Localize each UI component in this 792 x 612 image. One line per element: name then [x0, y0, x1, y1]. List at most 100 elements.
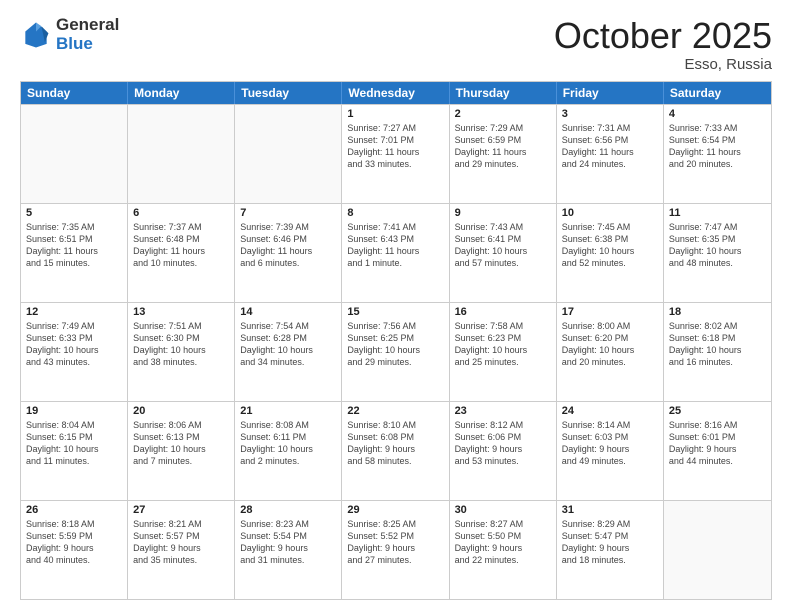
cell-day-number: 25 — [669, 405, 766, 417]
cell-day-number: 28 — [240, 504, 336, 516]
cell-day-number: 1 — [347, 108, 443, 120]
cal-cell-0-6: 4 Sunrise: 7:33 AM Sunset: 6:54 PM Daylig… — [664, 105, 771, 203]
cell-day-number: 23 — [455, 405, 551, 417]
cal-cell-3-0: 19Sunrise: 8:04 AM Sunset: 6:15 PM Dayli… — [21, 402, 128, 500]
cal-cell-1-3: 8Sunrise: 7:41 AM Sunset: 6:43 PM Daylig… — [342, 204, 449, 302]
cell-info-text: Sunrise: 8:02 AM Sunset: 6:18 PM Dayligh… — [669, 320, 766, 369]
cell-day-number: 31 — [562, 504, 658, 516]
logo-blue-text: Blue — [56, 35, 119, 54]
cal-cell-4-5: 31 Sunrise: 8:29 AM Sunset: 5:47 PM Dayli… — [557, 501, 664, 599]
cal-cell-2-5: 17Sunrise: 8:00 AM Sunset: 6:20 PM Dayli… — [557, 303, 664, 401]
cell-info-text: Sunrise: 8:18 AM Sunset: 5:59 PM Dayligh… — [26, 518, 122, 567]
cell-day-number: 18 — [669, 306, 766, 318]
cal-cell-4-1: 27Sunrise: 8:21 AM Sunset: 5:57 PM Dayli… — [128, 501, 235, 599]
cell-info-text: Sunrise: 8:08 AM Sunset: 6:11 PM Dayligh… — [240, 419, 336, 468]
cal-cell-3-5: 24 Sunrise: 8:14 AM Sunset: 6:03 PM Dayli… — [557, 402, 664, 500]
cell-day-number: 10 — [562, 207, 658, 219]
cell-info-text: Sunrise: 7:39 AM Sunset: 6:46 PM Dayligh… — [240, 221, 336, 270]
calendar-body: 1Sunrise: 7:27 AM Sunset: 7:01 PM Daylig… — [21, 104, 771, 599]
cell-info-text: Sunrise: 7:41 AM Sunset: 6:43 PM Dayligh… — [347, 221, 443, 270]
cell-day-number: 5 — [26, 207, 122, 219]
cal-cell-0-3: 1Sunrise: 7:27 AM Sunset: 7:01 PM Daylig… — [342, 105, 449, 203]
cal-cell-2-2: 14 Sunrise: 7:54 AM Sunset: 6:28 PM Dayli… — [235, 303, 342, 401]
cell-info-text: Sunrise: 8:27 AM Sunset: 5:50 PM Dayligh… — [455, 518, 551, 567]
cal-cell-1-1: 6 Sunrise: 7:37 AM Sunset: 6:48 PM Daylig… — [128, 204, 235, 302]
cell-day-number: 29 — [347, 504, 443, 516]
cal-cell-0-4: 2Sunrise: 7:29 AM Sunset: 6:59 PM Daylig… — [450, 105, 557, 203]
logo-icon — [20, 19, 52, 51]
cell-info-text: Sunrise: 8:12 AM Sunset: 6:06 PM Dayligh… — [455, 419, 551, 468]
week-row-1: 5 Sunrise: 7:35 AM Sunset: 6:51 PM Daylig… — [21, 203, 771, 302]
cell-info-text: Sunrise: 8:21 AM Sunset: 5:57 PM Dayligh… — [133, 518, 229, 567]
header: General Blue October 2025 Esso, Russia — [20, 16, 772, 73]
dow-sunday: Sunday — [21, 82, 128, 104]
week-row-3: 19Sunrise: 8:04 AM Sunset: 6:15 PM Dayli… — [21, 401, 771, 500]
cell-info-text: Sunrise: 7:58 AM Sunset: 6:23 PM Dayligh… — [455, 320, 551, 369]
cal-cell-3-2: 21 Sunrise: 8:08 AM Sunset: 6:11 PM Dayli… — [235, 402, 342, 500]
cell-info-text: Sunrise: 8:04 AM Sunset: 6:15 PM Dayligh… — [26, 419, 122, 468]
week-row-0: 1Sunrise: 7:27 AM Sunset: 7:01 PM Daylig… — [21, 104, 771, 203]
cal-cell-1-4: 9 Sunrise: 7:43 AM Sunset: 6:41 PM Daylig… — [450, 204, 557, 302]
cell-day-number: 3 — [562, 108, 658, 120]
cal-cell-3-1: 20 Sunrise: 8:06 AM Sunset: 6:13 PM Dayli… — [128, 402, 235, 500]
cal-cell-0-1 — [128, 105, 235, 203]
cell-info-text: Sunrise: 8:06 AM Sunset: 6:13 PM Dayligh… — [133, 419, 229, 468]
calendar-header: Sunday Monday Tuesday Wednesday Thursday… — [21, 82, 771, 104]
cal-cell-0-2 — [235, 105, 342, 203]
page: General Blue October 2025 Esso, Russia S… — [0, 0, 792, 612]
cal-cell-4-6 — [664, 501, 771, 599]
cell-day-number: 7 — [240, 207, 336, 219]
cell-info-text: Sunrise: 8:00 AM Sunset: 6:20 PM Dayligh… — [562, 320, 658, 369]
cell-day-number: 21 — [240, 405, 336, 417]
cell-day-number: 9 — [455, 207, 551, 219]
cell-info-text: Sunrise: 7:45 AM Sunset: 6:38 PM Dayligh… — [562, 221, 658, 270]
cal-cell-3-6: 25Sunrise: 8:16 AM Sunset: 6:01 PM Dayli… — [664, 402, 771, 500]
cell-day-number: 4 — [669, 108, 766, 120]
cal-cell-2-1: 13Sunrise: 7:51 AM Sunset: 6:30 PM Dayli… — [128, 303, 235, 401]
dow-wednesday: Wednesday — [342, 82, 449, 104]
dow-saturday: Saturday — [664, 82, 771, 104]
cell-info-text: Sunrise: 8:29 AM Sunset: 5:47 PM Dayligh… — [562, 518, 658, 567]
cell-day-number: 24 — [562, 405, 658, 417]
cell-info-text: Sunrise: 7:51 AM Sunset: 6:30 PM Dayligh… — [133, 320, 229, 369]
calendar: Sunday Monday Tuesday Wednesday Thursday… — [20, 81, 772, 600]
cell-info-text: Sunrise: 7:47 AM Sunset: 6:35 PM Dayligh… — [669, 221, 766, 270]
cal-cell-3-4: 23 Sunrise: 8:12 AM Sunset: 6:06 PM Dayli… — [450, 402, 557, 500]
cal-cell-4-4: 30 Sunrise: 8:27 AM Sunset: 5:50 PM Dayli… — [450, 501, 557, 599]
cal-cell-2-6: 18 Sunrise: 8:02 AM Sunset: 6:18 PM Dayli… — [664, 303, 771, 401]
cell-info-text: Sunrise: 7:33 AM Sunset: 6:54 PM Dayligh… — [669, 122, 766, 171]
cal-cell-4-3: 29 Sunrise: 8:25 AM Sunset: 5:52 PM Dayli… — [342, 501, 449, 599]
cell-day-number: 6 — [133, 207, 229, 219]
cell-info-text: Sunrise: 7:31 AM Sunset: 6:56 PM Dayligh… — [562, 122, 658, 171]
cal-cell-1-6: 11Sunrise: 7:47 AM Sunset: 6:35 PM Dayli… — [664, 204, 771, 302]
cell-info-text: Sunrise: 7:56 AM Sunset: 6:25 PM Dayligh… — [347, 320, 443, 369]
logo: General Blue — [20, 16, 119, 53]
cal-cell-2-4: 16Sunrise: 7:58 AM Sunset: 6:23 PM Dayli… — [450, 303, 557, 401]
cell-info-text: Sunrise: 7:35 AM Sunset: 6:51 PM Dayligh… — [26, 221, 122, 270]
cell-day-number: 30 — [455, 504, 551, 516]
cal-cell-0-5: 3 Sunrise: 7:31 AM Sunset: 6:56 PM Daylig… — [557, 105, 664, 203]
title-block: October 2025 Esso, Russia — [554, 16, 772, 73]
cell-info-text: Sunrise: 8:10 AM Sunset: 6:08 PM Dayligh… — [347, 419, 443, 468]
cal-cell-1-5: 10 Sunrise: 7:45 AM Sunset: 6:38 PM Dayli… — [557, 204, 664, 302]
cell-info-text: Sunrise: 7:49 AM Sunset: 6:33 PM Dayligh… — [26, 320, 122, 369]
cell-day-number: 14 — [240, 306, 336, 318]
cal-cell-4-0: 26 Sunrise: 8:18 AM Sunset: 5:59 PM Dayli… — [21, 501, 128, 599]
cell-info-text: Sunrise: 8:23 AM Sunset: 5:54 PM Dayligh… — [240, 518, 336, 567]
cell-info-text: Sunrise: 7:29 AM Sunset: 6:59 PM Dayligh… — [455, 122, 551, 171]
logo-general-text: General — [56, 16, 119, 35]
cell-info-text: Sunrise: 7:43 AM Sunset: 6:41 PM Dayligh… — [455, 221, 551, 270]
cell-day-number: 26 — [26, 504, 122, 516]
cell-info-text: Sunrise: 7:37 AM Sunset: 6:48 PM Dayligh… — [133, 221, 229, 270]
cal-cell-3-3: 22Sunrise: 8:10 AM Sunset: 6:08 PM Dayli… — [342, 402, 449, 500]
cal-cell-0-0 — [21, 105, 128, 203]
cell-info-text: Sunrise: 7:54 AM Sunset: 6:28 PM Dayligh… — [240, 320, 336, 369]
week-row-2: 12Sunrise: 7:49 AM Sunset: 6:33 PM Dayli… — [21, 302, 771, 401]
cell-info-text: Sunrise: 8:25 AM Sunset: 5:52 PM Dayligh… — [347, 518, 443, 567]
cal-cell-2-0: 12Sunrise: 7:49 AM Sunset: 6:33 PM Dayli… — [21, 303, 128, 401]
logo-text: General Blue — [56, 16, 119, 53]
cell-day-number: 20 — [133, 405, 229, 417]
week-row-4: 26 Sunrise: 8:18 AM Sunset: 5:59 PM Dayli… — [21, 500, 771, 599]
cell-info-text: Sunrise: 8:14 AM Sunset: 6:03 PM Dayligh… — [562, 419, 658, 468]
dow-friday: Friday — [557, 82, 664, 104]
